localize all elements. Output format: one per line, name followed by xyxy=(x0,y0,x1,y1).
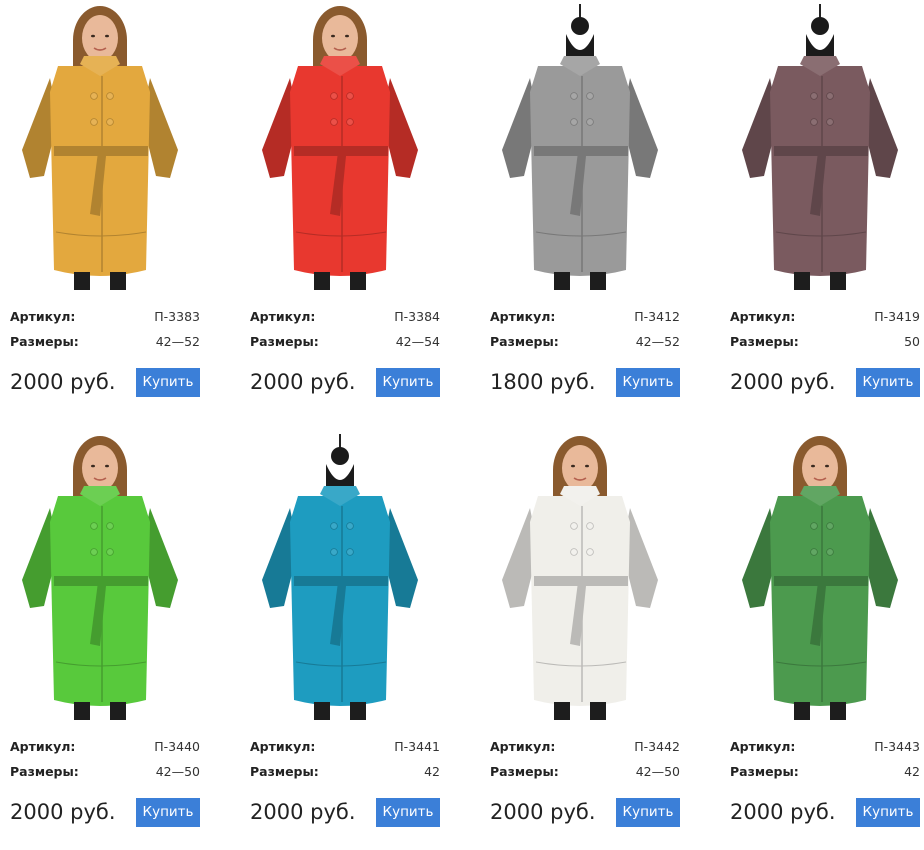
price: 2000 руб. xyxy=(730,800,836,824)
sizes-value: 42—50 xyxy=(635,764,680,779)
sizes-value: 42—52 xyxy=(155,334,200,349)
price: 1800 руб. xyxy=(490,370,596,394)
price: 2000 руб. xyxy=(250,800,356,824)
sizes-value: 42—50 xyxy=(155,764,200,779)
product-card: Артикул: П-3443 Размеры: 42 2000 руб. Ку… xyxy=(720,430,920,850)
sizes-row: Размеры: 42—50 xyxy=(490,763,680,781)
price: 2000 руб. xyxy=(490,800,596,824)
price: 2000 руб. xyxy=(250,370,356,394)
article-value: П-3440 xyxy=(154,739,200,754)
article-row: Артикул: П-3419 xyxy=(730,308,920,326)
article-label: Артикул: xyxy=(730,309,796,324)
sizes-label: Размеры: xyxy=(10,334,79,349)
sizes-label: Размеры: xyxy=(730,764,799,779)
article-row: Артикул: П-3412 xyxy=(490,308,680,326)
product-card: Артикул: П-3441 Размеры: 42 2000 руб. Ку… xyxy=(240,430,440,850)
article-row: Артикул: П-3440 xyxy=(10,738,200,756)
product-card: Артикул: П-3442 Размеры: 42—50 2000 руб.… xyxy=(480,430,680,850)
product-card: Артикул: П-3383 Размеры: 42—52 2000 руб.… xyxy=(0,0,200,420)
sizes-label: Размеры: xyxy=(10,764,79,779)
article-label: Артикул: xyxy=(490,739,556,754)
buy-button[interactable]: Купить xyxy=(856,798,920,827)
article-row: Артикул: П-3442 xyxy=(490,738,680,756)
sizes-value: 42—52 xyxy=(635,334,680,349)
sizes-row: Размеры: 42 xyxy=(250,763,440,781)
sizes-label: Размеры: xyxy=(250,334,319,349)
price: 2000 руб. xyxy=(10,800,116,824)
article-row: Артикул: П-3441 xyxy=(250,738,440,756)
sizes-value: 42—54 xyxy=(395,334,440,349)
article-label: Артикул: xyxy=(250,309,316,324)
sizes-value: 42 xyxy=(424,764,440,779)
article-row: Артикул: П-3383 xyxy=(10,308,200,326)
sizes-row: Размеры: 50 xyxy=(730,333,920,351)
sizes-label: Размеры: xyxy=(730,334,799,349)
article-value: П-3419 xyxy=(874,309,920,324)
article-row: Артикул: П-3384 xyxy=(250,308,440,326)
price: 2000 руб. xyxy=(730,370,836,394)
buy-button[interactable]: Купить xyxy=(376,798,440,827)
product-card: Артикул: П-3412 Размеры: 42—52 1800 руб.… xyxy=(480,0,680,420)
article-row: Артикул: П-3443 xyxy=(730,738,920,756)
product-card: Артикул: П-3440 Размеры: 42—50 2000 руб.… xyxy=(0,430,200,850)
sizes-row: Размеры: 42—52 xyxy=(490,333,680,351)
article-value: П-3442 xyxy=(634,739,680,754)
article-label: Артикул: xyxy=(730,739,796,754)
article-label: Артикул: xyxy=(10,739,76,754)
price: 2000 руб. xyxy=(10,370,116,394)
sizes-value: 42 xyxy=(904,764,920,779)
sizes-value: 50 xyxy=(904,334,920,349)
sizes-label: Размеры: xyxy=(250,764,319,779)
product-card: Артикул: П-3384 Размеры: 42—54 2000 руб.… xyxy=(240,0,440,420)
buy-button[interactable]: Купить xyxy=(136,368,200,397)
buy-button[interactable]: Купить xyxy=(376,368,440,397)
buy-button[interactable]: Купить xyxy=(136,798,200,827)
sizes-label: Размеры: xyxy=(490,764,559,779)
article-value: П-3443 xyxy=(874,739,920,754)
article-label: Артикул: xyxy=(10,309,76,324)
sizes-label: Размеры: xyxy=(490,334,559,349)
sizes-row: Размеры: 42—50 xyxy=(10,763,200,781)
product-card: Артикул: П-3419 Размеры: 50 2000 руб. Ку… xyxy=(720,0,920,420)
buy-button[interactable]: Купить xyxy=(856,368,920,397)
product-grid: Артикул: П-3383 Размеры: 42—52 2000 руб.… xyxy=(0,0,924,827)
article-label: Артикул: xyxy=(490,309,556,324)
article-value: П-3412 xyxy=(634,309,680,324)
buy-button[interactable]: Купить xyxy=(616,798,680,827)
sizes-row: Размеры: 42—54 xyxy=(250,333,440,351)
article-value: П-3441 xyxy=(394,739,440,754)
buy-button[interactable]: Купить xyxy=(616,368,680,397)
sizes-row: Размеры: 42 xyxy=(730,763,920,781)
article-value: П-3384 xyxy=(394,309,440,324)
article-label: Артикул: xyxy=(250,739,316,754)
sizes-row: Размеры: 42—52 xyxy=(10,333,200,351)
article-value: П-3383 xyxy=(154,309,200,324)
